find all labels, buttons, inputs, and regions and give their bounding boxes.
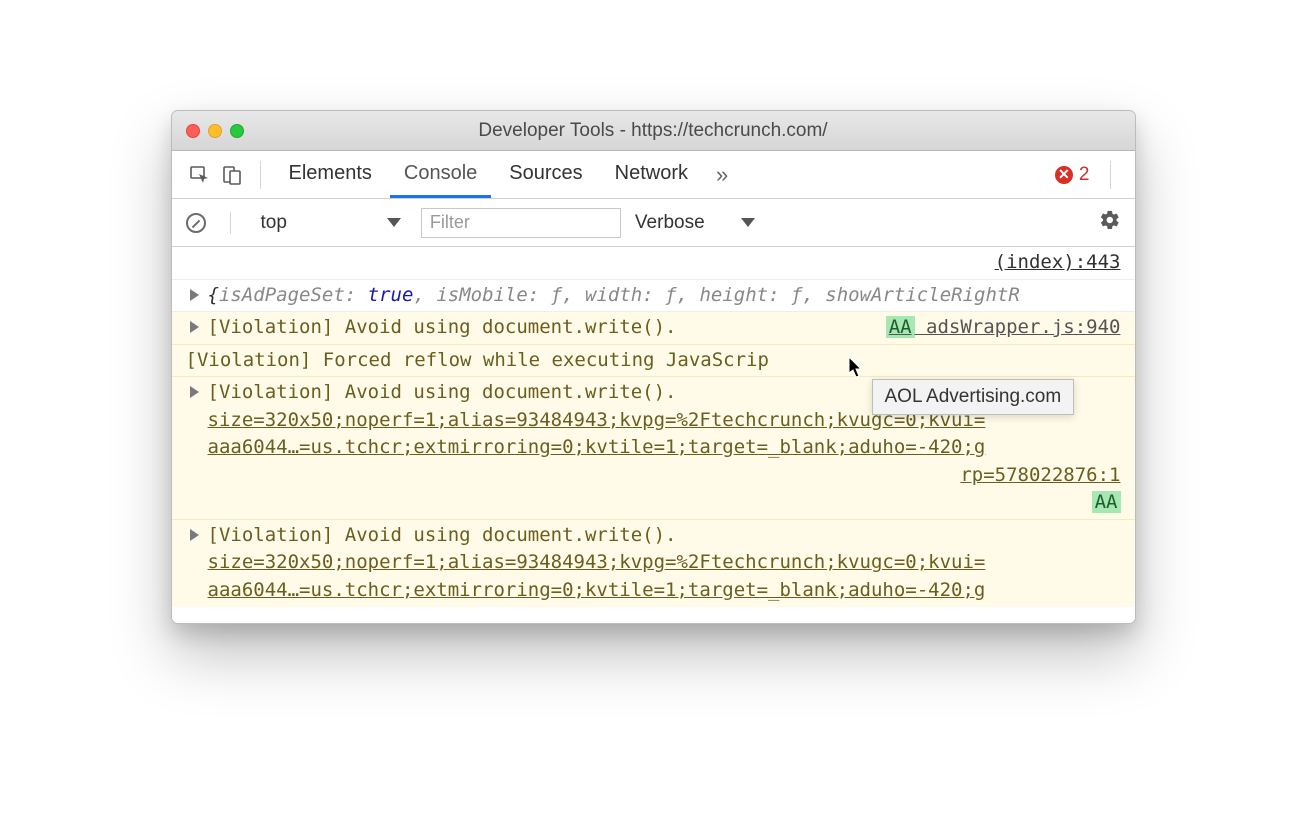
violation-row[interactable]: AA adsWrapper.js:940 [Violation] Avoid u… [172,312,1135,345]
log-row[interactable]: {isAdPageSet: true, isMobile: ƒ, width: … [172,280,1135,313]
filter-placeholder: Filter [430,212,470,233]
violation-url[interactable]: aaa6044…=us.tchcr;extmirroring=0;kvtile=… [208,436,986,458]
error-icon: ✕ [1055,166,1073,184]
violation-url[interactable]: size=320x50;noperf=1;alias=93484943;kvpg… [208,551,986,573]
violation-url[interactable]: aaa6044…=us.tchcr;extmirroring=0;kvtile=… [208,579,986,601]
source-link[interactable]: (index):443 [995,249,1121,277]
titlebar: Developer Tools - https://techcrunch.com… [172,111,1135,151]
device-toggle-icon[interactable] [218,161,246,189]
violation-url[interactable]: size=320x50;noperf=1;alias=93484943;kvpg… [208,409,986,431]
extension-badge[interactable]: AA [1092,491,1121,513]
log-row[interactable]: (index):443 [172,247,1135,280]
separator [230,212,231,234]
inspect-icon[interactable] [186,161,214,189]
console-toolbar: top Filter Verbose [172,199,1135,247]
context-selector[interactable]: top [255,210,407,236]
window-title: Developer Tools - https://techcrunch.com… [172,120,1135,142]
chevron-down-icon [741,218,755,227]
separator [260,161,261,189]
minimize-button[interactable] [208,124,222,138]
chevron-down-icon [387,218,401,227]
violation-url[interactable]: rp=578022876:1 [960,464,1120,486]
tab-network[interactable]: Network [601,151,702,198]
badge-tooltip: AOL Advertising.com [872,379,1075,415]
source-link[interactable]: AA adsWrapper.js:940 [886,314,1121,342]
tooltip-text: AOL Advertising.com [885,386,1062,407]
extension-badge[interactable]: AA [886,316,915,338]
console-output: (index):443 {isAdPageSet: true, isMobile… [172,247,1135,623]
devtools-window: Developer Tools - https://techcrunch.com… [171,110,1136,624]
tabs-overflow[interactable]: » [706,162,738,188]
violation-row[interactable]: [Violation] Avoid using document.write()… [172,520,1135,607]
traffic-lights [186,124,244,138]
clear-console-icon[interactable] [186,213,206,233]
maximize-button[interactable] [230,124,244,138]
context-value: top [261,212,287,234]
violation-text: [Violation] Avoid using document.write()… [208,381,677,403]
tab-elements[interactable]: Elements [275,151,386,198]
error-count[interactable]: ✕ 2 [1055,164,1090,186]
violation-text: [Violation] Avoid using document.write()… [208,316,677,338]
level-value: Verbose [635,212,705,234]
error-count-value: 2 [1079,164,1090,186]
source-file[interactable]: adsWrapper.js:940 [926,316,1120,338]
violation-row[interactable]: [Violation] Forced reflow while executin… [172,345,1135,378]
level-selector[interactable]: Verbose [635,212,755,234]
tab-console[interactable]: Console [390,151,491,198]
tab-sources[interactable]: Sources [495,151,596,198]
settings-icon[interactable] [1099,209,1121,237]
close-button[interactable] [186,124,200,138]
filter-input[interactable]: Filter [421,208,621,238]
violation-text: [Violation] Avoid using document.write()… [208,524,677,546]
violation-text: [Violation] Forced reflow while executin… [186,349,769,371]
tabs-bar: Elements Console Sources Network » ✕ 2 [172,151,1135,199]
separator [1110,161,1111,189]
